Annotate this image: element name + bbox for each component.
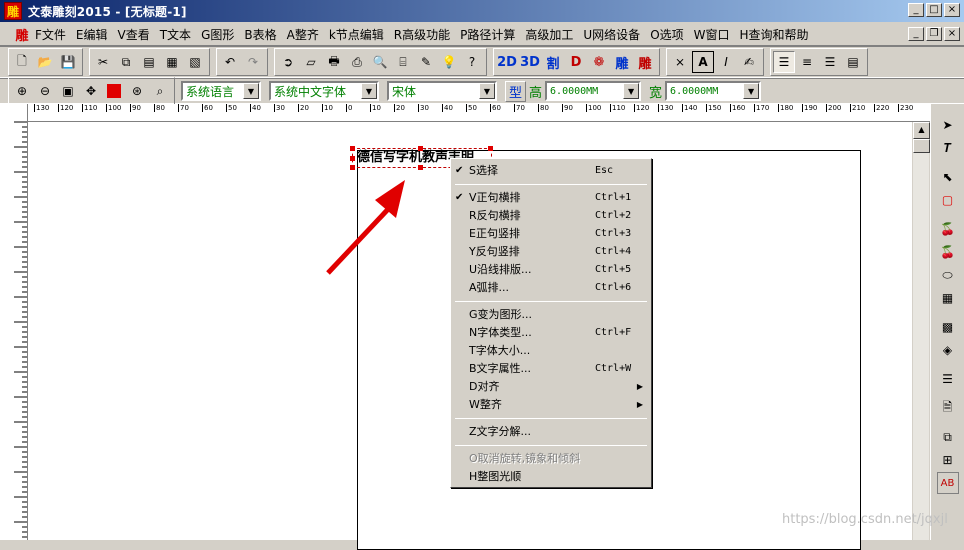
group-icon[interactable]: ⊞ <box>937 449 959 471</box>
text-tool-icon[interactable]: 𝑻 <box>937 137 959 159</box>
context-menu-item[interactable]: H整图光顺 <box>453 468 649 486</box>
vertical-scrollbar[interactable]: ▲ <box>912 122 930 540</box>
fill-icon[interactable]: ◈ <box>937 339 959 361</box>
rectangle-icon[interactable]: ▢ <box>937 189 959 211</box>
context-menu-item[interactable]: U沿线排版... Ctrl+5 <box>453 261 649 279</box>
context-menu-item[interactable]: G变为图形... <box>453 306 649 324</box>
context-menu-label: N字体类型... <box>469 326 532 339</box>
context-menu-item[interactable]: ✔ V正句横排 Ctrl+1 <box>453 189 649 207</box>
arrow-shaft <box>326 203 394 275</box>
node-edit-icon[interactable]: ⬉ <box>937 166 959 188</box>
context-menu-label: B文字属性... <box>469 362 532 375</box>
context-menu-item[interactable]: E正句竖排 Ctrl+3 <box>453 225 649 243</box>
context-menu-label: A弧排... <box>469 281 510 294</box>
palette-icon[interactable]: ▩ <box>937 316 959 338</box>
context-menu-item[interactable]: Y反句竖排 Ctrl+4 <box>453 243 649 261</box>
context-menu-label: W整齐 <box>469 398 502 411</box>
menu-separator <box>455 184 647 185</box>
context-menu-label: H整图光顺 <box>469 470 522 483</box>
context-menu: ✔ S选择 Esc ✔ V正句横排 Ctrl+1 R反句横排 Ctrl+2 E正句竖排 Ctrl+… <box>450 158 652 488</box>
shortcut-label: Ctrl+F <box>595 327 632 338</box>
context-menu-label: V正句横排 <box>469 191 521 204</box>
context-menu-item: O取消旋转,镜象和倾斜 <box>453 450 649 468</box>
shape-icon[interactable]: ⬭ <box>937 264 959 286</box>
scroll-up-button[interactable]: ▲ <box>913 122 930 139</box>
context-menu-item[interactable]: ✔ S选择 Esc <box>453 162 649 180</box>
checkmark-icon: ✔ <box>455 165 464 176</box>
context-menu-item[interactable]: D对齐 ▶ <box>453 378 649 396</box>
align-icon[interactable]: ☰ <box>937 368 959 390</box>
context-menu-label: U沿线排版... <box>469 263 532 276</box>
context-menu-label: O取消旋转,镜象和倾斜 <box>469 452 581 465</box>
ab-icon[interactable]: AB <box>936 472 959 494</box>
submenu-arrow-icon: ▶ <box>636 400 643 409</box>
shortcut-label: Ctrl+2 <box>595 210 632 221</box>
context-menu-label: T字体大小... <box>469 344 531 357</box>
cherries-icon[interactable]: 🍒 <box>937 241 959 263</box>
table-icon[interactable]: ▦ <box>937 287 959 309</box>
context-menu-label: Y反句竖排 <box>469 245 520 258</box>
context-menu-label: R反句横排 <box>469 209 521 222</box>
shortcut-label: Ctrl+4 <box>595 246 632 257</box>
arrow-head-icon <box>375 180 405 218</box>
shortcut-label: Ctrl+6 <box>595 282 632 293</box>
context-menu-item[interactable]: A弧排... Ctrl+6 <box>453 279 649 297</box>
tool-panel: ➤ 𝑻 ⬉ ▢ 🍒 🍒 ⬭ ▦ ▩ ◈ ☰ 🗎 ⧉ ⊞ AB <box>930 104 964 540</box>
shortcut-label: Esc <box>595 165 614 176</box>
page-icon[interactable]: 🗎 <box>937 397 959 419</box>
context-menu-item[interactable]: T字体大小... <box>453 342 649 360</box>
context-menu-item[interactable]: B文字属性... Ctrl+W <box>453 360 649 378</box>
shortcut-label: Ctrl+3 <box>595 228 632 239</box>
menu-separator <box>455 301 647 302</box>
menu-separator <box>455 445 647 446</box>
context-menu-label: S选择 <box>469 164 498 177</box>
context-menu-label: D对齐 <box>469 380 500 393</box>
context-menu-item[interactable]: R反句横排 Ctrl+2 <box>453 207 649 225</box>
shortcut-label: Ctrl+W <box>595 363 632 374</box>
context-menu-item[interactable]: Z文字分解... <box>453 423 649 441</box>
scroll-thumb[interactable] <box>913 139 930 153</box>
shortcut-label: Ctrl+5 <box>595 264 632 275</box>
context-menu-label: G变为图形... <box>469 308 533 321</box>
layers-icon[interactable]: ⧉ <box>937 426 959 448</box>
submenu-arrow-icon: ▶ <box>636 382 643 391</box>
context-menu-item[interactable]: W整齐 ▶ <box>453 396 649 414</box>
shortcut-label: Ctrl+1 <box>595 192 632 203</box>
cherry-icon[interactable]: 🍒 <box>937 218 959 240</box>
watermark-text: https://blog.csdn.net/jqxjl <box>782 512 948 527</box>
menu-separator <box>455 418 647 419</box>
checkmark-icon: ✔ <box>455 192 464 203</box>
context-menu-label: E正句竖排 <box>469 227 520 240</box>
pointer-icon[interactable]: ➤ <box>937 114 959 136</box>
context-menu-label: Z文字分解... <box>469 425 532 438</box>
context-menu-item[interactable]: N字体类型... Ctrl+F <box>453 324 649 342</box>
